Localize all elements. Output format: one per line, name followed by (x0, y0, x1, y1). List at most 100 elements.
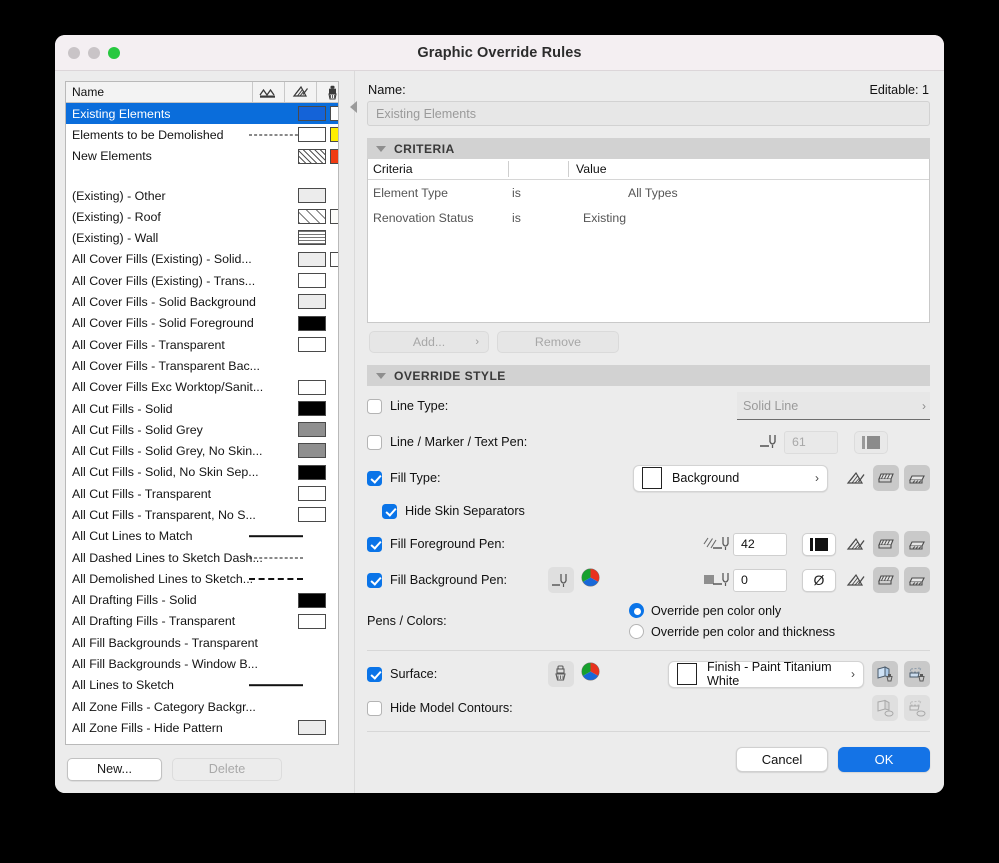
fill-type-combo[interactable]: Background › (633, 465, 828, 492)
name-input[interactable]: Existing Elements (367, 101, 930, 126)
fill-background-pen-checkbox[interactable] (367, 573, 382, 588)
rules-list-item[interactable]: All Cut Fills - Solid, No Skin Sep... (66, 462, 338, 483)
rules-list-item[interactable]: All Cover Fills - Transparent (66, 334, 338, 355)
criteria-section-header[interactable]: CRITERIA (367, 138, 930, 159)
value-column-header[interactable]: Value (576, 162, 607, 176)
rules-list-item[interactable]: All Zone Fills - Hide Pattern (66, 717, 338, 738)
rules-list-item[interactable]: (Existing) - Other (66, 185, 338, 206)
rules-list-item[interactable]: All Cut Lines to Match (66, 526, 338, 547)
drafting-fill-icon[interactable] (904, 567, 930, 593)
rules-list-item[interactable]: All Drafting Fills - Solid (66, 590, 338, 611)
cut-fill-icon[interactable] (842, 465, 868, 491)
rules-list-item[interactable]: All Cut Fills - Transparent (66, 483, 338, 504)
hide-contours-3d-icon[interactable] (872, 695, 898, 721)
rules-list-item[interactable]: All Cover Fills - Transparent Bac... (66, 355, 338, 376)
fill-type-checkbox[interactable] (367, 471, 382, 486)
rules-list-item[interactable]: All Cover Fills (Existing) - Solid... (66, 249, 338, 270)
rules-list-item[interactable]: All Dashed Lines to Sketch Dash... (66, 547, 338, 568)
rules-list-item[interactable]: All Cut Fills - Solid Grey, No Skin... (66, 440, 338, 461)
line-type-checkbox[interactable] (367, 399, 382, 414)
drafting-fill-icon[interactable] (904, 531, 930, 557)
override-style-section-header[interactable]: OVERRIDE STYLE (367, 365, 930, 386)
fill-foreground-pen-color-button[interactable] (802, 533, 836, 556)
column-header-name[interactable]: Name (66, 85, 104, 99)
radio-pen-color-and-thickness[interactable] (629, 624, 644, 639)
rules-list-item[interactable]: All Zone Fills - No Background (66, 739, 338, 744)
rules-list-item[interactable]: Elements to be Demolished (66, 124, 338, 145)
hide-contours-cover-icon[interactable] (904, 695, 930, 721)
rules-list[interactable]: Existing ElementsElements to be Demolish… (66, 103, 338, 744)
minimize-window-button[interactable] (88, 47, 100, 59)
rules-list-item[interactable]: All Drafting Fills - Transparent (66, 611, 338, 632)
line-type-combo[interactable]: Solid Line › (737, 392, 930, 420)
fill-foreground-pen-number-input[interactable]: 42 (733, 533, 787, 556)
cover-fill-icon[interactable] (873, 567, 899, 593)
fill-pen-icon[interactable] (284, 82, 315, 102)
rules-list-item-label: All Cut Fills - Solid Grey (72, 423, 203, 437)
surface-override-cover-icon[interactable] (904, 661, 930, 687)
panel-divider[interactable] (349, 71, 361, 793)
hide-model-contours-checkbox[interactable] (367, 701, 382, 716)
rules-list-item[interactable]: All Demolished Lines to Sketch... (66, 568, 338, 589)
criteria-column-header[interactable]: Criteria (368, 162, 413, 176)
fill-foreground-pen-checkbox[interactable] (367, 537, 382, 552)
rules-list-item[interactable]: Existing Elements (66, 103, 338, 124)
fill-background-no-color-button[interactable]: Ø (802, 569, 836, 592)
rules-list-item[interactable]: (Existing) - Roof (66, 206, 338, 227)
rules-list-item[interactable]: All Cover Fills Exc Worktop/Sanit... (66, 377, 338, 398)
rules-list-item[interactable]: All Fill Backgrounds - Window B... (66, 653, 338, 674)
rules-list-item[interactable]: (Existing) - Wall (66, 227, 338, 248)
drafting-fill-icon[interactable] (904, 465, 930, 491)
surface-override-3d-icon[interactable] (872, 661, 898, 687)
override-pen-color-and-thickness-option[interactable]: Override pen color and thickness (629, 621, 835, 642)
surface-paint-icon[interactable] (316, 82, 339, 102)
fill-background-pen-row: Fill Background Pen: (367, 562, 930, 598)
rules-list-item[interactable]: All Zone Fills - Category Backgr... (66, 696, 338, 717)
collapse-left-panel-icon[interactable] (350, 101, 357, 113)
criteria-row[interactable]: Renovation StatusisExisting (368, 205, 929, 230)
line-marker-text-pen-checkbox[interactable] (367, 435, 382, 450)
rule-swatch (298, 294, 326, 309)
pen-picker-button[interactable] (548, 567, 574, 593)
radio-pen-color-only[interactable] (629, 603, 644, 618)
paint-brush-button[interactable] (548, 661, 574, 687)
rules-list-item[interactable]: All Cover Fills - Solid Foreground (66, 313, 338, 334)
hide-model-contours-label: Hide Model Contours: (390, 701, 513, 715)
rules-list-item[interactable]: All Lines to Sketch (66, 675, 338, 696)
rules-list-item-label: All Cover Fills Exc Worktop/Sanit... (72, 380, 263, 394)
override-pen-color-only-option[interactable]: Override pen color only (629, 600, 835, 621)
cut-fill-icon[interactable] (842, 567, 868, 593)
cancel-button[interactable]: Cancel (736, 747, 828, 772)
rules-list-item[interactable]: All Cut Fills - Solid (66, 398, 338, 419)
rules-left-panel: Name Existing ElementsElements to be Dem… (55, 71, 349, 793)
maximize-window-button[interactable] (108, 47, 120, 59)
color-wheel-icon[interactable] (581, 662, 600, 686)
name-label: Name: (368, 82, 406, 97)
surface-combo[interactable]: Finish - Paint Titanium White › (668, 661, 864, 688)
line-pen-number-input[interactable]: 61 (784, 431, 838, 454)
cover-fill-icon[interactable] (873, 531, 899, 557)
cover-fill-icon[interactable] (873, 465, 899, 491)
criteria-row[interactable]: Element TypeisAll Types (368, 180, 929, 205)
rules-list-item[interactable]: All Fill Backgrounds - Transparent (66, 632, 338, 653)
fill-background-pen-number-input[interactable]: 0 (733, 569, 787, 592)
close-window-button[interactable] (68, 47, 80, 59)
hide-skin-separators-checkbox[interactable] (382, 504, 397, 519)
cut-fill-icon[interactable] (842, 531, 868, 557)
rules-list-item[interactable]: All Cover Fills - Solid Background (66, 291, 338, 312)
rules-list-item[interactable]: New Elements (66, 146, 338, 167)
rules-list-item[interactable]: All Cut Fills - Transparent, No S... (66, 504, 338, 525)
line-pen-color-swatch-button[interactable] (854, 431, 888, 454)
delete-rule-button[interactable]: Delete (172, 758, 282, 781)
rules-list-item[interactable]: All Cover Fills (Existing) - Trans... (66, 270, 338, 291)
line-type-icon[interactable] (252, 82, 283, 102)
ok-button[interactable]: OK (838, 747, 930, 772)
rules-list-item-label: All Cut Fills - Solid, No Skin Sep... (72, 465, 259, 479)
rules-list-item[interactable]: All Cut Fills - Solid Grey (66, 419, 338, 440)
remove-criteria-button[interactable]: Remove (497, 331, 619, 353)
chevron-right-icon: › (475, 336, 479, 348)
add-criteria-button[interactable]: Add... › (369, 331, 489, 353)
color-wheel-icon[interactable] (581, 568, 600, 592)
new-rule-button[interactable]: New... (67, 758, 162, 781)
surface-checkbox[interactable] (367, 667, 382, 682)
